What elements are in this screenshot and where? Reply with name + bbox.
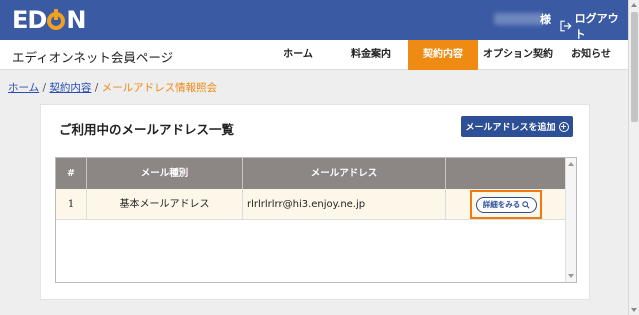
- row-mail-type: 基本メールアドレス: [87, 189, 243, 220]
- table-header: # メール種別 メールアドレス: [56, 158, 566, 189]
- logo-power-icon: [47, 9, 66, 30]
- nav-news[interactable]: お知らせ: [565, 40, 617, 70]
- row-action-cell: 詳細をみる: [446, 189, 566, 220]
- row-number: 1: [56, 189, 87, 220]
- nav-home[interactable]: ホーム: [274, 40, 322, 70]
- breadcrumb-current: メールアドレス情報照会: [101, 82, 218, 94]
- main-navbar: エディオンネット会員ページ ホーム 料金案内 契約内容 オプション契約 お知らせ: [0, 40, 628, 70]
- table-scrollbar[interactable]: [565, 158, 576, 282]
- view-details-label: 詳細をみる: [482, 200, 521, 209]
- view-details-button[interactable]: 詳細をみる: [476, 197, 537, 213]
- detail-highlight-box: 詳細をみる: [470, 190, 542, 219]
- col-number: #: [56, 158, 87, 189]
- col-action: [446, 158, 566, 189]
- logout-arrow-icon: [560, 20, 572, 32]
- scroll-up-arrow-icon[interactable]: [568, 162, 574, 166]
- plus-circle-icon: +: [558, 121, 569, 132]
- edion-logo[interactable]: ED N: [12, 7, 86, 33]
- page-scroll-down-icon[interactable]: [631, 308, 637, 312]
- col-mail-address: メールアドレス: [243, 158, 446, 189]
- add-mail-address-button[interactable]: メールアドレスを追加 +: [461, 116, 573, 137]
- nav-contract[interactable]: 契約内容: [408, 40, 478, 70]
- nav-options[interactable]: オプション契約: [480, 40, 556, 70]
- row-mail-address: rlrlrlrlrr@hi3.enjoy.ne.jp: [243, 189, 446, 220]
- page-scroll-up-icon[interactable]: [631, 3, 637, 7]
- logout-label: ログアウト: [574, 12, 619, 41]
- user-name-redacted: [494, 13, 544, 25]
- table-row: 1 基本メールアドレス rlrlrlrlrr@hi3.enjoy.ne.jp 詳…: [56, 189, 566, 220]
- breadcrumb-home[interactable]: ホーム: [8, 82, 39, 94]
- mail-list-panel: ご利用中のメールアドレス一覧 メールアドレスを追加 + # メール種別 メールア…: [40, 104, 590, 300]
- page-scrollbar[interactable]: [628, 0, 639, 315]
- breadcrumb: ホーム / 契約内容 / メールアドレス情報照会: [8, 82, 218, 94]
- panel-title: ご利用中のメールアドレス一覧: [59, 122, 235, 137]
- page-scroll-thumb[interactable]: [631, 12, 638, 122]
- user-honorific: 様: [540, 13, 551, 26]
- logout-button[interactable]: ログアウト: [560, 10, 628, 42]
- site-title[interactable]: エディオンネット会員ページ: [12, 47, 173, 66]
- col-mail-type: メール種別: [87, 158, 243, 189]
- breadcrumb-contract[interactable]: 契約内容: [49, 82, 91, 94]
- mail-table: # メール種別 メールアドレス 1 基本メールアドレス rlrlrlrlrr@h…: [55, 157, 577, 283]
- add-mail-label: メールアドレスを追加: [465, 123, 556, 133]
- scroll-down-arrow-icon[interactable]: [568, 274, 574, 278]
- top-header: ED N 様 ログアウト: [0, 0, 628, 42]
- search-icon: [522, 201, 530, 209]
- nav-pricing[interactable]: 料金案内: [340, 40, 402, 70]
